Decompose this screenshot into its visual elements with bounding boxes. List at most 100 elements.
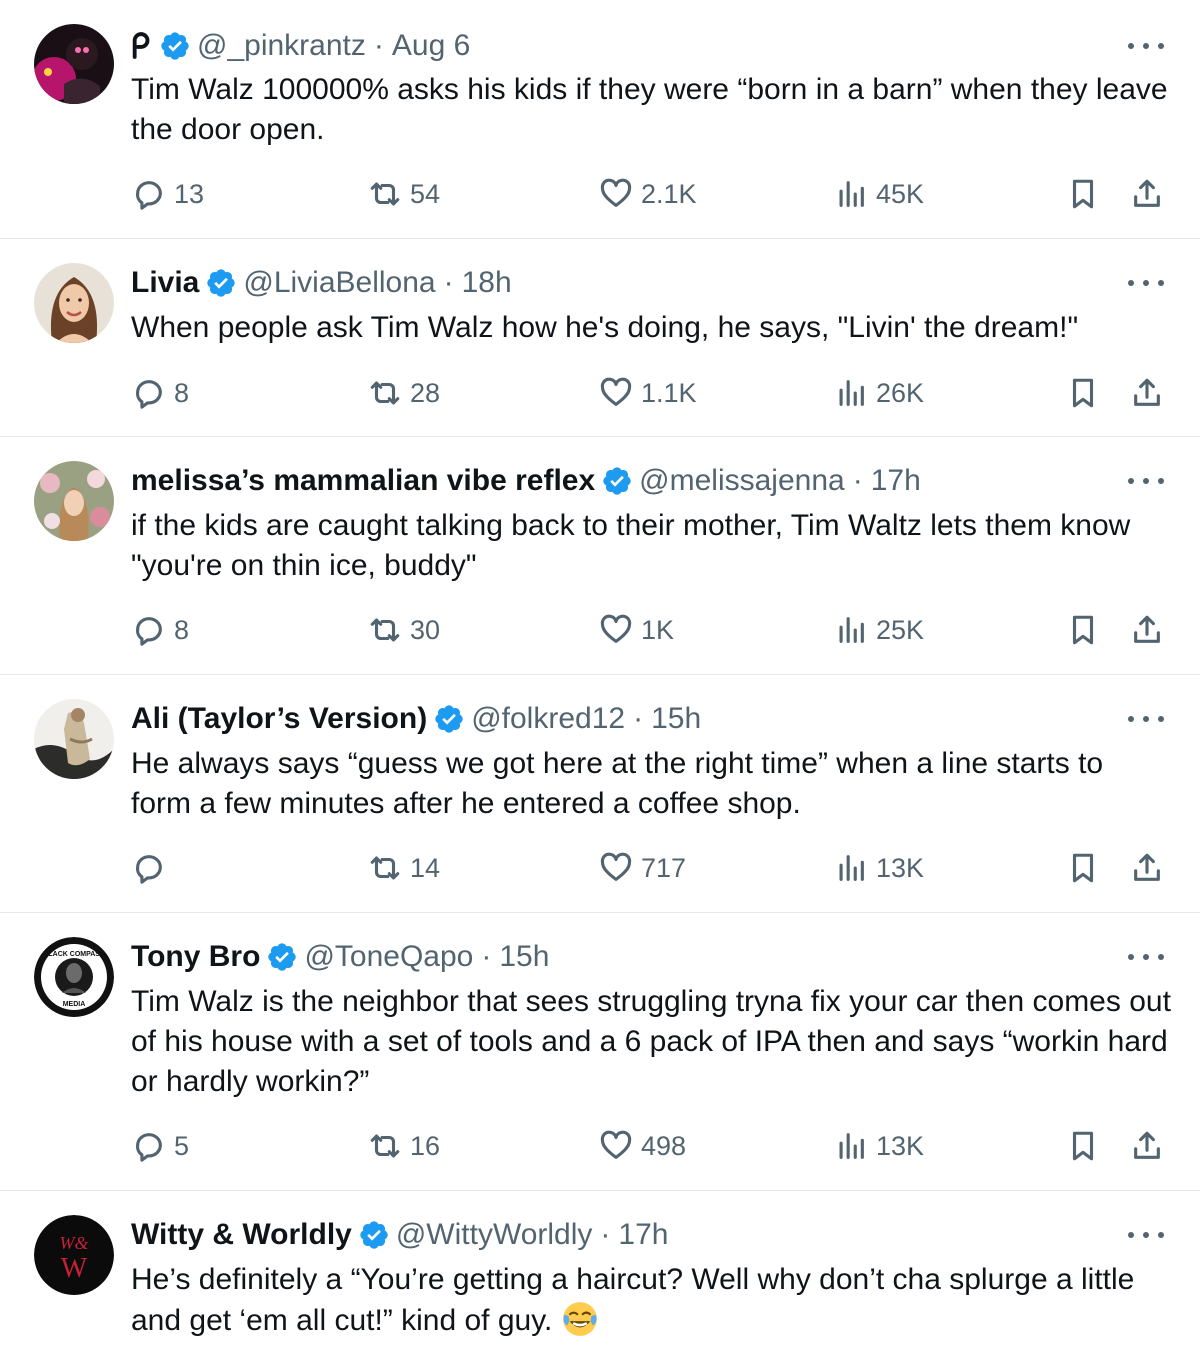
retweet-icon	[370, 1134, 400, 1158]
view-count: 13K	[876, 1130, 925, 1161]
more-options-icon[interactable]	[1128, 709, 1164, 729]
tweet-text: He’s definitely a “You’re getting a hair…	[131, 1260, 1171, 1341]
reply-icon	[136, 617, 162, 646]
tweet-header: Tony Bro @ToneQapo · 15h	[131, 937, 549, 977]
like-button[interactable]: 1K	[599, 610, 674, 650]
tweet-text: Tim Walz 100000% asks his kids if they w…	[131, 73, 1168, 146]
more-options-icon[interactable]	[1128, 471, 1164, 491]
views-button[interactable]: 25K	[834, 610, 924, 650]
avatar[interactable]: W& W	[34, 1215, 114, 1295]
display-name[interactable]: Tony Bro	[131, 940, 260, 974]
tweet[interactable]: Ali (Taylor’s Version) @folkred12 · 15h …	[0, 675, 1200, 913]
tweet-timestamp[interactable]: 15h	[499, 940, 549, 974]
tweet[interactable]: W& W Witty & Worldly @WittyWorldly · 17h…	[0, 1191, 1200, 1372]
tweet-actions: 8 28 1.1K 26K	[0, 373, 1200, 413]
display-name[interactable]: Livia	[131, 266, 199, 300]
more-options-icon[interactable]	[1128, 947, 1164, 967]
tweet-header: melissa’s mammalian vibe reflex @melissa…	[131, 461, 921, 501]
tweet-handle[interactable]: @melissajenna	[639, 464, 845, 498]
retweet-icon	[370, 381, 400, 405]
share-icon	[1134, 378, 1160, 406]
retweet-button[interactable]: 14	[368, 848, 440, 888]
more-options-icon[interactable]	[1128, 1225, 1164, 1245]
reply-button[interactable]: 8	[132, 610, 189, 650]
heart-icon	[600, 852, 632, 881]
share-icon	[1134, 615, 1160, 643]
reply-count: 8	[174, 614, 190, 645]
bookmark-icon	[1072, 1131, 1094, 1161]
avatar[interactable]	[34, 263, 114, 343]
tweet-feed: @_pinkrantz · Aug 6 Tim Walz 100000% ask…	[0, 0, 1200, 1372]
tweet-handle[interactable]: @LiviaBellona	[243, 266, 435, 300]
tweet-timestamp[interactable]: 17h	[618, 1218, 668, 1252]
display-name[interactable]: melissa’s mammalian vibe reflex	[131, 464, 595, 498]
retweet-button[interactable]: 54	[368, 174, 440, 214]
separator: ·	[373, 29, 384, 62]
heart-icon	[600, 377, 632, 406]
tweet-text: if the kids are caught talking back to t…	[131, 509, 1131, 582]
share-button[interactable]	[1130, 373, 1164, 413]
view-count: 25K	[876, 614, 925, 645]
tweet[interactable]: Livia @LiviaBellona · 18h When people as…	[0, 239, 1200, 437]
avatar-text-bottom: W	[61, 1253, 88, 1284]
views-button[interactable]: 45K	[834, 174, 924, 214]
tweet-actions: 13 54 2.1K 45K	[0, 174, 1200, 214]
retweet-button[interactable]: 30	[368, 610, 440, 650]
reply-count: 8	[174, 377, 190, 408]
tweet-timestamp[interactable]: 17h	[871, 464, 921, 498]
tweet[interactable]: BLACK COMPASS MEDIA Tony Bro @ToneQapo ·…	[0, 913, 1200, 1191]
avatar[interactable]	[34, 461, 114, 541]
bookmark-button[interactable]	[1066, 1126, 1100, 1166]
tweet[interactable]: melissa’s mammalian vibe reflex @melissa…	[0, 437, 1200, 675]
tweet-timestamp[interactable]: 15h	[651, 702, 701, 736]
reply-button[interactable]: 5	[132, 1126, 189, 1166]
views-button[interactable]: 13K	[834, 848, 924, 888]
tweet[interactable]: @_pinkrantz · Aug 6 Tim Walz 100000% ask…	[0, 0, 1200, 239]
like-button[interactable]: 717	[599, 848, 686, 888]
reply-icon	[136, 380, 162, 409]
retweet-count: 54	[410, 178, 441, 209]
tweet-handle[interactable]: @folkred12	[471, 702, 625, 736]
analytics-icon	[839, 380, 864, 406]
share-button[interactable]	[1130, 848, 1164, 888]
tweet-text: Tim Walz is the neighbor that sees strug…	[131, 985, 1171, 1098]
p-logo-icon[interactable]	[131, 32, 153, 60]
retweet-button[interactable]: 16	[368, 1126, 440, 1166]
more-options-icon[interactable]	[1128, 36, 1164, 56]
views-button[interactable]: 26K	[834, 373, 924, 413]
tweet-handle[interactable]: @_pinkrantz	[197, 29, 366, 63]
reply-button[interactable]: 13	[132, 174, 204, 214]
views-button[interactable]: 13K	[834, 1126, 924, 1166]
retweet-count: 14	[410, 852, 441, 883]
tweet-timestamp[interactable]: Aug 6	[392, 29, 470, 63]
tweet-handle[interactable]: @WittyWorldly	[396, 1218, 593, 1252]
share-button[interactable]	[1130, 174, 1164, 214]
bookmark-button[interactable]	[1066, 174, 1100, 214]
avatar[interactable]	[34, 24, 114, 104]
like-button[interactable]: 1.1K	[599, 373, 697, 413]
retweet-count: 16	[410, 1130, 441, 1161]
bookmark-button[interactable]	[1066, 610, 1100, 650]
retweet-button[interactable]: 28	[368, 373, 440, 413]
avatar[interactable]	[34, 699, 114, 779]
verified-badge-icon	[603, 467, 631, 495]
avatar[interactable]: BLACK COMPASS MEDIA	[34, 937, 114, 1017]
tweet-header: @_pinkrantz · Aug 6	[131, 26, 470, 66]
display-name[interactable]: Witty & Worldly	[131, 1218, 352, 1252]
reply-button[interactable]	[132, 848, 174, 888]
bookmark-button[interactable]	[1066, 848, 1100, 888]
heart-icon	[600, 1130, 632, 1159]
bookmark-icon	[1072, 378, 1094, 408]
reply-button[interactable]: 8	[132, 373, 189, 413]
tweet-timestamp[interactable]: 18h	[462, 266, 512, 300]
display-name[interactable]: Ali (Taylor’s Version)	[131, 702, 427, 736]
bookmark-button[interactable]	[1066, 373, 1100, 413]
like-button[interactable]: 2.1K	[599, 174, 697, 214]
like-button[interactable]: 498	[599, 1126, 686, 1166]
more-options-icon[interactable]	[1128, 273, 1164, 293]
tweet-text: When people ask Tim Walz how he's doing,…	[131, 311, 1079, 344]
heart-icon	[600, 178, 632, 207]
share-button[interactable]	[1130, 610, 1164, 650]
share-button[interactable]	[1130, 1126, 1164, 1166]
tweet-handle[interactable]: @ToneQapo	[304, 940, 473, 974]
